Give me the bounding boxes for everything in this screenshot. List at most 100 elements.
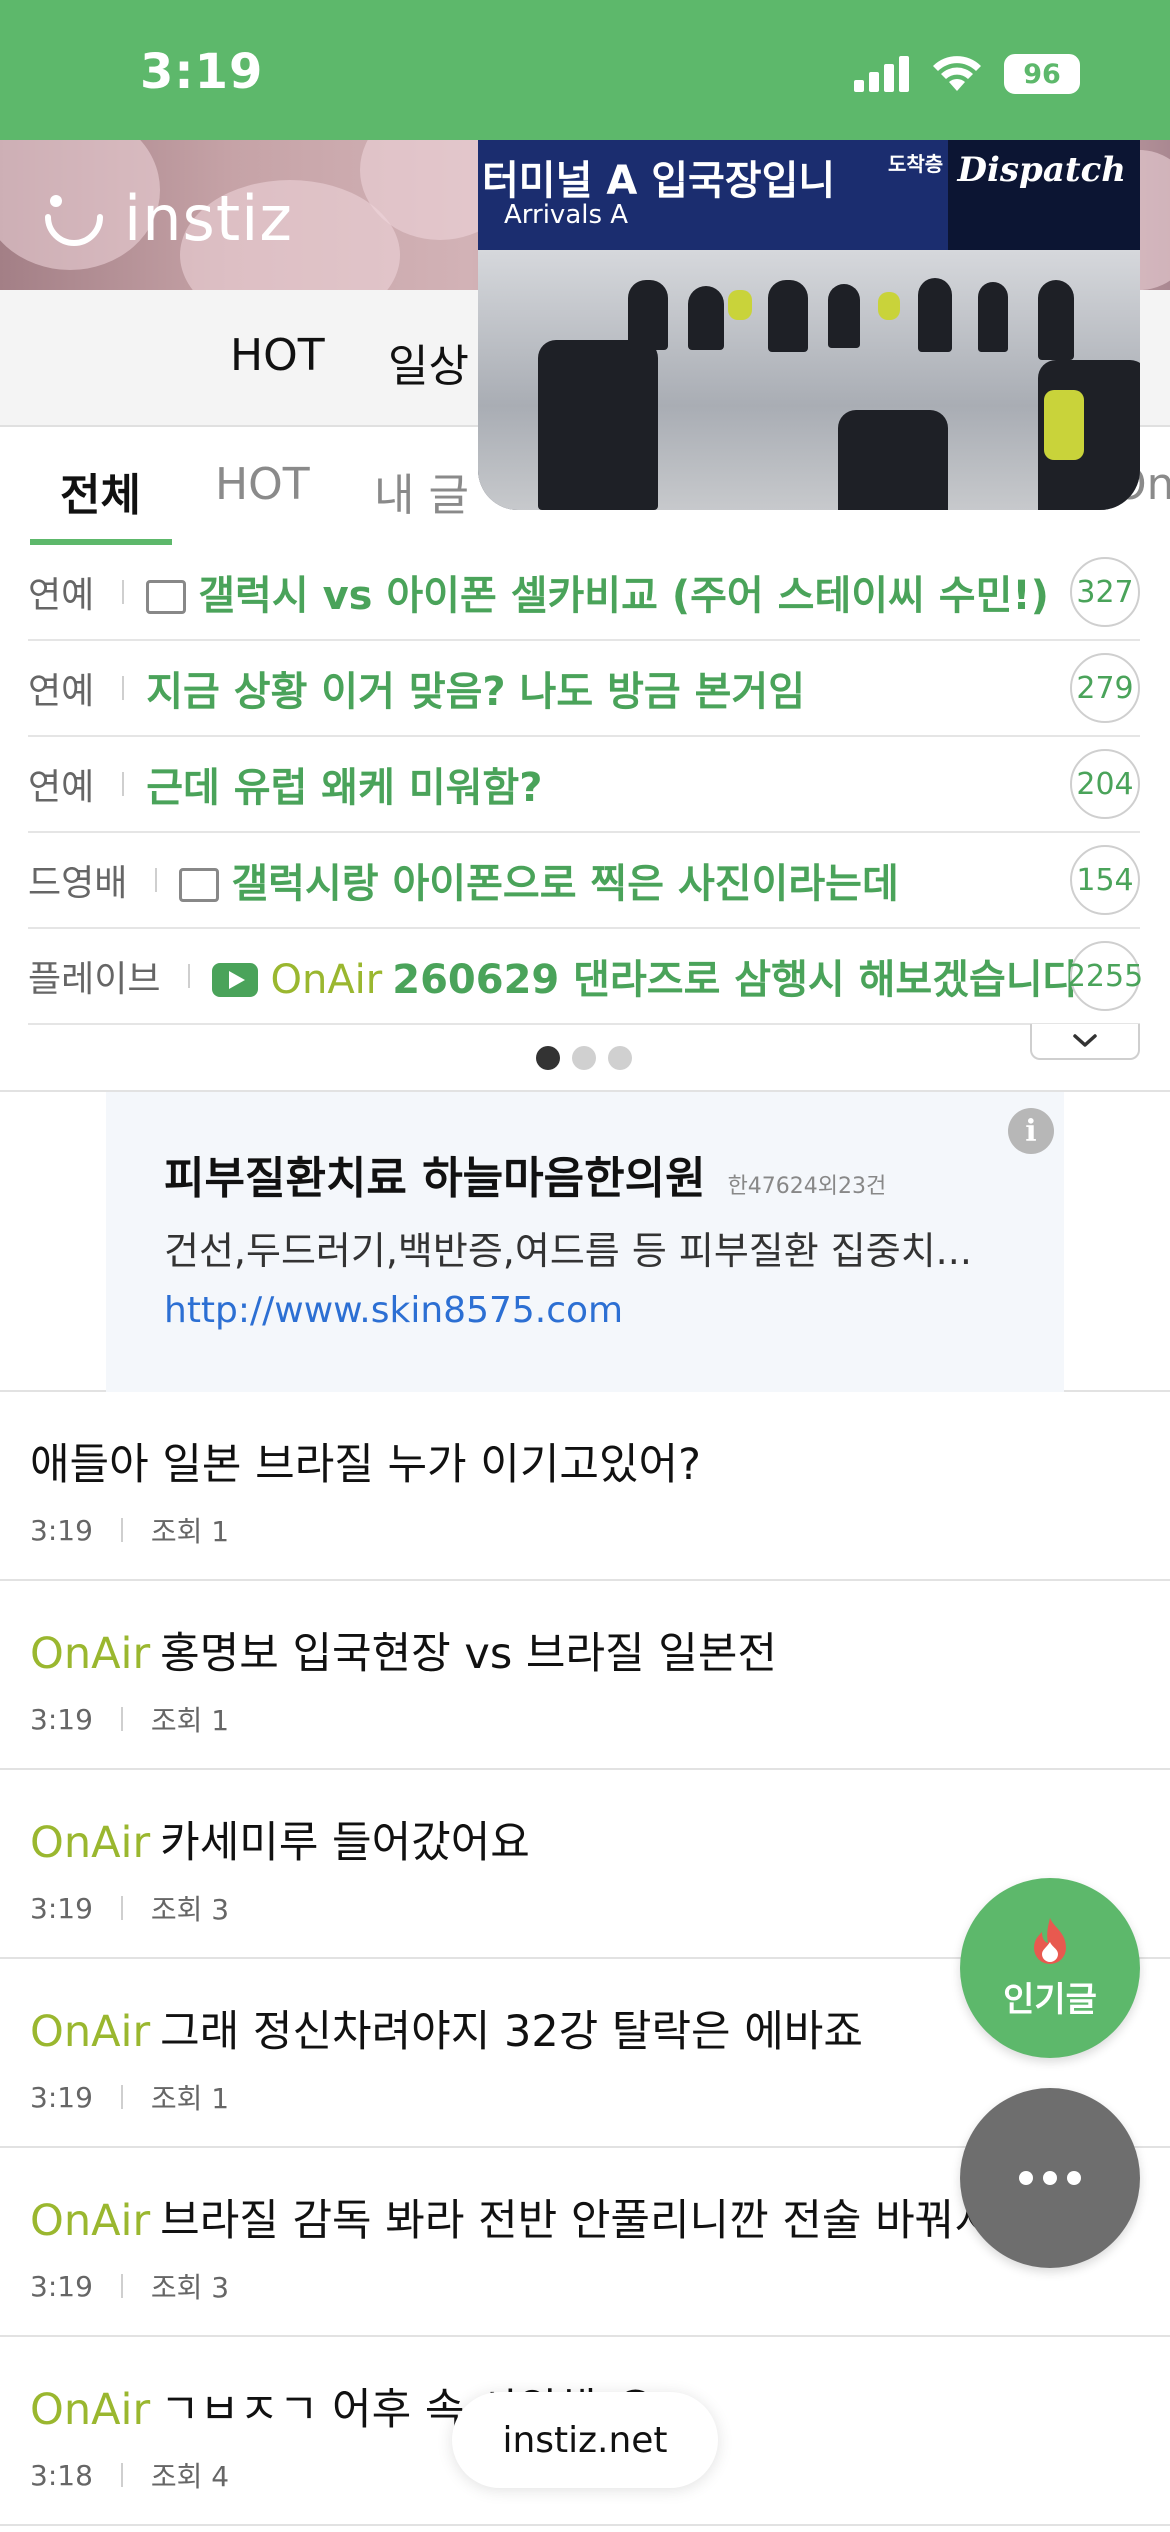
video-sign-text: 터미널 A 입국장입니 <box>482 158 836 204</box>
onair-label: OnAir <box>270 957 383 1003</box>
category-hot[interactable]: HOT <box>230 330 325 381</box>
hot-post-row[interactable]: 플레이브 OnAir 260629 댄라즈로 삼행시 해보겠습니다 2255 <box>28 929 1143 1025</box>
comment-count-badge: 327 <box>1070 557 1140 627</box>
status-time: 3:19 <box>140 44 264 100</box>
post-meta: 3:19 조회 1 <box>30 1699 229 1739</box>
post-time: 3:18 <box>30 2458 93 2492</box>
divider <box>120 1707 123 1731</box>
hot-post-title-text: 260629 댄라즈로 삼행시 해보겠습니다 <box>392 957 1080 1003</box>
post-title-text: 애들아 일본 브라질 누가 이기고있어? <box>30 1440 701 1490</box>
video-board-text: 도착층 <box>888 152 944 176</box>
post-row[interactable]: 애들아 일본 브라질 누가 이기고있어? 3:19 조회 1 <box>0 1392 1170 1581</box>
hot-post-title-text: 갤럭시랑 아이폰으로 찍은 사진이라는데 <box>231 861 899 907</box>
hot-posts-list: 연예 갤럭시 vs 아이폰 셀카비교 (주어 스테이씨 수민!) 327 연예 … <box>0 545 1170 1025</box>
tab-hot[interactable]: HOT <box>215 459 310 510</box>
hot-post-row[interactable]: 연예 근데 유럽 왜케 미워함? 204 <box>28 737 1140 833</box>
post-time: 3:19 <box>30 1702 93 1736</box>
ad-url-link[interactable]: http://www.skin8575.com <box>164 1290 623 1331</box>
post-views: 조회 4 <box>150 2460 230 2493</box>
image-icon <box>179 868 220 902</box>
divider <box>188 964 191 988</box>
post-title: 애들아 일본 브라질 누가 이기고있어? <box>30 1430 1150 1492</box>
youtube-icon <box>212 963 259 997</box>
divider <box>120 1896 123 1920</box>
hot-post-row[interactable]: 드영배 갤럭시랑 아이폰으로 찍은 사진이라는데 154 <box>28 833 1140 929</box>
post-meta: 3:19 조회 1 <box>30 2077 229 2117</box>
popular-posts-button[interactable]: 인기글 <box>960 1878 1140 2058</box>
ad-title[interactable]: 피부질환치료 하늘마음한의원 한47624외23건 <box>164 1142 886 1206</box>
comment-count-badge: 154 <box>1070 845 1140 915</box>
ad-meta: 한47624외23건 <box>727 1174 887 1199</box>
onair-label: OnAir <box>30 1629 151 1679</box>
hot-post-category: 연예 <box>28 671 95 712</box>
post-time: 3:19 <box>30 2080 93 2114</box>
ad-card[interactable]: 피부질환치료 하늘마음한의원 한47624외23건 건선,두드러기,백반증,여드름… <box>106 1092 1064 1392</box>
post-meta: 3:19 조회 1 <box>30 1510 229 1550</box>
ad-section: 피부질환치료 하늘마음한의원 한47624외23건 건선,두드러기,백반증,여드름… <box>0 1090 1170 1392</box>
more-dots-icon <box>1043 2171 1057 2185</box>
carousel-dot[interactable] <box>536 1046 560 1070</box>
divider <box>122 580 125 604</box>
post-views: 조회 1 <box>150 1515 230 1548</box>
browser-url-bar[interactable]: instiz.net <box>452 2392 718 2488</box>
divider <box>120 2085 123 2109</box>
hot-post-title: 지금 상황 이거 맞음? 나도 방금 본거임 <box>146 669 806 715</box>
carousel-dot[interactable] <box>572 1046 596 1070</box>
category-daily[interactable]: 일상 <box>388 330 469 394</box>
post-row[interactable]: OnAir 홍명보 입국현장 vs 브라질 일본전 3:19 조회 1 <box>0 1581 1170 1770</box>
post-meta: 3:19 조회 3 <box>30 1888 229 1928</box>
smile-logo-icon <box>45 194 103 246</box>
carousel-dot[interactable] <box>608 1046 632 1070</box>
carousel-pagination <box>536 1046 632 1070</box>
hot-post-row[interactable]: 연예 지금 상황 이거 맞음? 나도 방금 본거임 279 <box>28 641 1140 737</box>
post-meta: 3:19 조회 3 <box>30 2266 229 2306</box>
post-title-text: 카세미루 들어갔어요 <box>160 1818 530 1868</box>
hot-post-row[interactable]: 연예 갤럭시 vs 아이폰 셀카비교 (주어 스테이씨 수민!) 327 <box>28 545 1140 641</box>
ad-title-text: 피부질환치료 하늘마음한의원 <box>164 1153 706 1204</box>
more-dots-icon <box>1019 2171 1033 2185</box>
comment-count-badge: 2255 <box>1067 941 1143 1011</box>
expand-list-button[interactable] <box>1030 1024 1140 1060</box>
post-views: 조회 3 <box>150 2271 230 2304</box>
signal-icon <box>854 56 909 92</box>
post-time: 3:19 <box>30 1513 93 1547</box>
post-time: 3:19 <box>30 2269 93 2303</box>
post-title-text: 홍명보 입국현장 vs 브라질 일본전 <box>160 1629 777 1679</box>
hot-post-category: 플레이브 <box>28 959 161 1000</box>
logo-text: instiz <box>124 182 293 255</box>
chevron-down-icon <box>1073 1034 1097 1047</box>
more-dots-icon <box>1067 2171 1081 2185</box>
battery-icon: 96 <box>1004 54 1080 94</box>
post-time: 3:19 <box>30 1891 93 1925</box>
divider <box>120 2463 123 2487</box>
divider <box>120 2274 123 2298</box>
divider <box>155 868 158 892</box>
divider <box>122 772 125 796</box>
ad-description: 건선,두드러기,백반증,여드름 등 피부질환 집중치... <box>164 1229 972 1273</box>
post-title: OnAir 홍명보 입국현장 vs 브라질 일본전 <box>30 1619 1150 1681</box>
hot-post-title: 갤럭시 vs 아이폰 셀카비교 (주어 스테이씨 수민!) <box>146 563 1140 621</box>
tab-all[interactable]: 전체 <box>60 459 141 523</box>
status-icons: 96 <box>854 54 1080 94</box>
onair-label: OnAir <box>30 2007 151 2057</box>
post-meta: 3:18 조회 4 <box>30 2455 229 2495</box>
post-views: 조회 1 <box>150 1704 230 1737</box>
more-menu-button[interactable] <box>960 2088 1140 2268</box>
onair-label: OnAir <box>30 1818 151 1868</box>
hot-post-category: 연예 <box>28 767 95 808</box>
video-sign-sub: Arrivals A <box>504 200 629 230</box>
picture-in-picture-video[interactable]: 터미널 A 입국장입니 Arrivals A 도착층 Dispatch <box>478 140 1140 510</box>
hot-post-category: 연예 <box>28 575 95 616</box>
post-title-text: 브라질 감독 봐라 전반 안풀리니깐 전술 바꿔서 나와 <box>160 2196 1087 2246</box>
tab-my-posts[interactable]: 내 글 <box>374 459 469 523</box>
hot-post-title-text: 갤럭시 vs 아이폰 셀카비교 (주어 스테이씨 수민!) <box>198 573 1049 619</box>
wifi-icon <box>933 56 981 91</box>
site-logo[interactable]: instiz <box>42 182 293 255</box>
hot-post-category: 드영배 <box>28 863 128 904</box>
ad-info-icon[interactable]: i <box>1008 1108 1054 1154</box>
image-icon <box>146 580 187 614</box>
hot-post-title: 근데 유럽 왜케 미워함? <box>146 765 543 811</box>
post-title-text: 그래 정신차려야지 32강 탈락은 에바죠 <box>160 2007 863 2057</box>
onair-label: OnAir <box>30 2385 151 2435</box>
post-views: 조회 1 <box>150 2082 230 2115</box>
